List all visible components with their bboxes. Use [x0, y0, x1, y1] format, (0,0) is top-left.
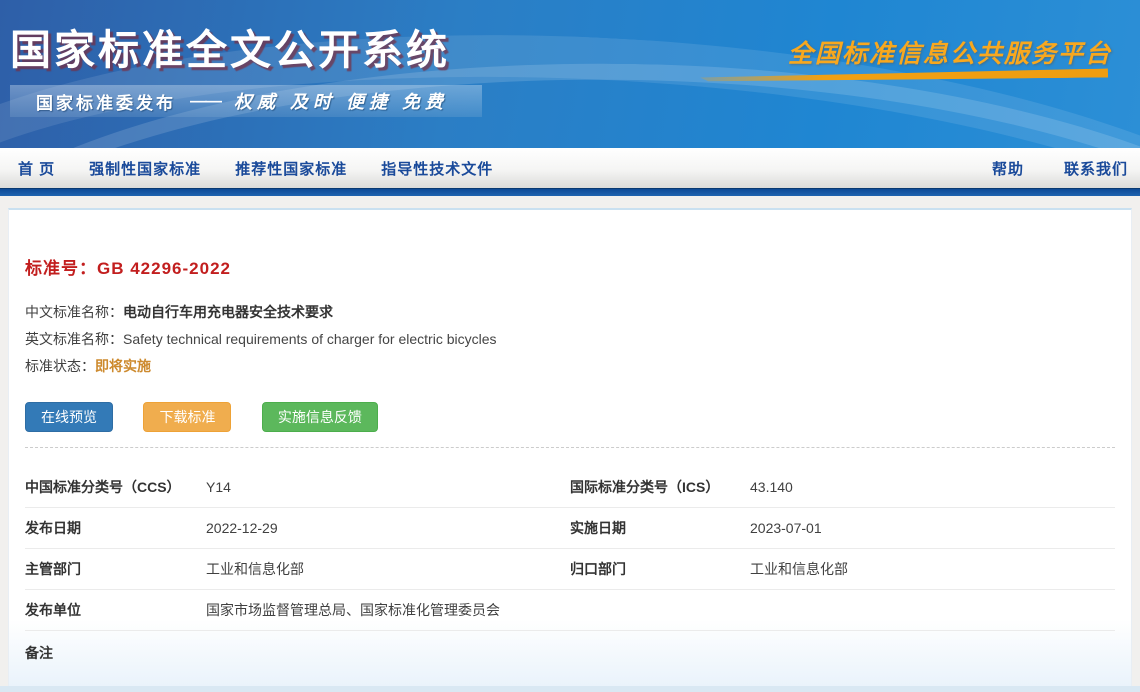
subtitle-publisher: 国家标准委发布 — [36, 89, 176, 114]
standard-number-value: GB 42296-2022 — [97, 259, 231, 278]
nav-item-mandatory-standards[interactable]: 强制性国家标准 — [89, 158, 201, 179]
issuing-unit-label: 发布单位 — [25, 600, 206, 620]
competent-dept-value: 工业和信息化部 — [206, 559, 570, 579]
status-line: 标准状态：即将实施 — [25, 353, 1115, 380]
english-name-line: 英文标准名称：Safety technical requirements of … — [25, 326, 1115, 353]
implement-date-value: 2023-07-01 — [750, 520, 1115, 536]
subtitle-dash: —— — [190, 91, 220, 111]
remarks-label: 备注 — [25, 643, 206, 663]
nav-item-help[interactable]: 帮助 — [992, 158, 1024, 179]
issuing-unit-value: 国家市场监督管理总局、国家标准化管理委员会 — [206, 600, 570, 620]
table-row: 发布日期 2022-12-29 实施日期 2023-07-01 — [25, 508, 1115, 549]
action-buttons-row: 在线预览 下载标准 实施信息反馈 — [25, 402, 1115, 432]
site-subtitle-band: 国家标准委发布 —— 权威 及时 便捷 免费 — [10, 85, 482, 117]
table-row: 备注 — [25, 631, 1115, 675]
standard-number-label: 标准号： — [25, 259, 97, 278]
ccs-label: 中国标准分类号（CCS） — [25, 477, 206, 497]
english-name-label: 英文标准名称： — [25, 331, 123, 347]
standard-detail-card: 标准号：GB 42296-2022 中文标准名称：电动自行车用充电器安全技术要求… — [8, 208, 1132, 686]
chinese-name-line: 中文标准名称：电动自行车用充电器安全技术要求 — [25, 299, 1115, 326]
implementation-feedback-button[interactable]: 实施信息反馈 — [262, 402, 378, 432]
nav-item-contact-us[interactable]: 联系我们 — [1064, 158, 1128, 179]
competent-dept-label: 主管部门 — [25, 559, 206, 579]
standard-details-table: 中国标准分类号（CCS） Y14 国际标准分类号（ICS） 43.140 发布日… — [25, 467, 1115, 675]
download-standard-button[interactable]: 下载标准 — [143, 402, 231, 432]
dashed-divider — [25, 447, 1115, 448]
header-banner: 国家标准全文公开系统 国家标准委发布 —— 权威 及时 便捷 免费 全国标准信息… — [0, 0, 1140, 148]
english-name-value: Safety technical requirements of charger… — [123, 331, 497, 347]
ics-label: 国际标准分类号（ICS） — [570, 477, 750, 497]
publish-date-value: 2022-12-29 — [206, 520, 570, 536]
nav-item-home[interactable]: 首 页 — [18, 158, 55, 179]
nav-left-group: 首 页 强制性国家标准 推荐性国家标准 指导性技术文件 — [18, 158, 493, 179]
standard-info-block: 中文标准名称：电动自行车用充电器安全技术要求 英文标准名称：Safety tec… — [25, 299, 1115, 380]
status-label: 标准状态： — [25, 358, 95, 374]
nav-right-group: 帮助 联系我们 — [992, 158, 1128, 179]
online-preview-button[interactable]: 在线预览 — [25, 402, 113, 432]
nav-bottom-bar — [0, 188, 1140, 196]
ccs-value: Y14 — [206, 479, 570, 495]
table-row: 中国标准分类号（CCS） Y14 国际标准分类号（ICS） 43.140 — [25, 467, 1115, 508]
subtitle-slogan: 权威 及时 便捷 免费 — [234, 88, 448, 114]
nav-item-recommended-standards[interactable]: 推荐性国家标准 — [235, 158, 347, 179]
page-bottom-strip — [0, 686, 1140, 692]
ics-value: 43.140 — [750, 479, 1115, 495]
page-gap — [0, 196, 1140, 208]
centralized-dept-label: 归口部门 — [570, 559, 750, 579]
main-navigation: 首 页 强制性国家标准 推荐性国家标准 指导性技术文件 帮助 联系我们 — [0, 148, 1140, 188]
platform-logo-text: 全国标准信息公共服务平台 — [788, 34, 1112, 70]
implement-date-label: 实施日期 — [570, 518, 750, 538]
centralized-dept-value: 工业和信息化部 — [750, 559, 1115, 579]
nav-item-guiding-documents[interactable]: 指导性技术文件 — [381, 158, 493, 179]
table-row: 发布单位 国家市场监督管理总局、国家标准化管理委员会 — [25, 590, 1115, 631]
site-title: 国家标准全文公开系统 — [10, 16, 450, 76]
status-badge: 即将实施 — [95, 358, 151, 374]
publish-date-label: 发布日期 — [25, 518, 206, 538]
standard-number-heading: 标准号：GB 42296-2022 — [25, 210, 1115, 279]
chinese-name-label: 中文标准名称： — [25, 304, 123, 320]
chinese-name-value: 电动自行车用充电器安全技术要求 — [123, 304, 333, 320]
table-row: 主管部门 工业和信息化部 归口部门 工业和信息化部 — [25, 549, 1115, 590]
